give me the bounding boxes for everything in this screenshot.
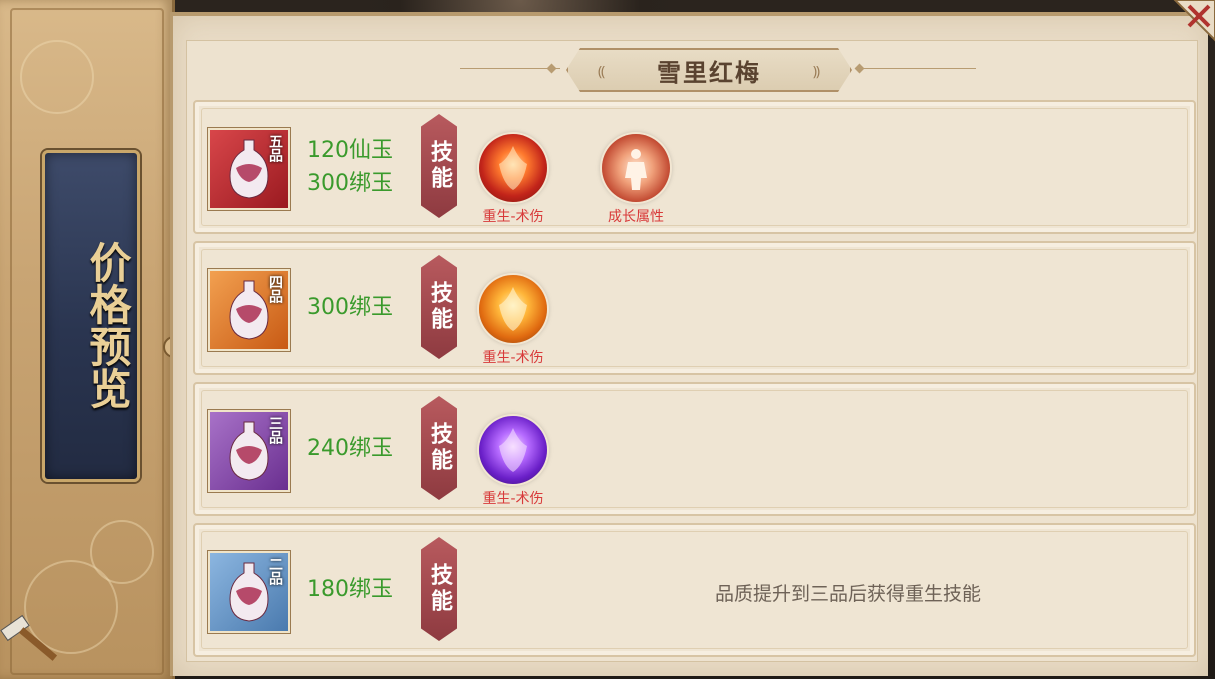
price-list: 120仙玉 300绑玉 [307, 134, 393, 200]
vase-graphic [229, 562, 269, 622]
skill-rebirth[interactable]: 重生-术伤 [463, 134, 563, 226]
vase-icon[interactable]: 四品 [208, 269, 290, 351]
price-bangyu: 300绑玉 [307, 171, 393, 196]
upgrade-hint: 品质提升到三品后获得重生技能 [715, 583, 982, 605]
price-xianyu: 120仙玉 [307, 138, 393, 163]
quality-row-2: 二品 180绑玉 技能 品质提升到三品后获得重生技能 [193, 523, 1196, 657]
skill-label: 重生-术伤 [482, 209, 544, 225]
quality-row-5: 五品 120仙玉 300绑玉 技能 重生-术伤 成长属性 [193, 100, 1196, 234]
price-list: 240绑玉 [307, 432, 393, 465]
header-title: 雪里红梅 [657, 58, 761, 87]
price-bangyu: 300绑玉 [307, 295, 393, 320]
price-list: 300绑玉 [307, 291, 393, 324]
left-scroll-panel: 价格预览 [0, 0, 175, 679]
skill-rebirth[interactable]: 重生-术伤 [463, 275, 563, 367]
vase-icon[interactable]: 二品 [208, 551, 290, 633]
skill-tag: 技能 [421, 114, 457, 218]
left-ornament-icon: ⸨ [598, 64, 606, 80]
close-icon[interactable] [1165, 0, 1215, 50]
rebirth-skill-icon [479, 275, 547, 343]
price-bangyu: 240绑玉 [307, 436, 393, 461]
price-list: 180绑玉 [307, 573, 393, 606]
skill-rebirth[interactable]: 重生-术伤 [463, 416, 563, 508]
title-plaque: 价格预览 [42, 150, 140, 482]
cloud-swirl-decoration [20, 40, 94, 114]
brush-icon [0, 614, 58, 661]
vase-graphic [229, 139, 269, 199]
vase-icon[interactable]: 五品 [208, 128, 290, 210]
vase-graphic [229, 280, 269, 340]
skill-label: 成长属性 [608, 209, 664, 225]
header-divider-left [460, 68, 560, 69]
right-ornament-icon: ⸩ [812, 64, 820, 80]
vase-graphic [229, 421, 269, 481]
rebirth-skill-icon [479, 416, 547, 484]
skill-label: 重生-术伤 [482, 350, 544, 366]
skill-tag: 技能 [421, 255, 457, 359]
vase-icon[interactable]: 三品 [208, 410, 290, 492]
skill-growth[interactable]: 成长属性 [586, 134, 686, 226]
panel-title: 价格预览 [83, 241, 132, 409]
quality-row-4: 四品 300绑玉 技能 重生-术伤 [193, 241, 1196, 375]
growth-attribute-icon [602, 134, 670, 202]
skill-tag: 技能 [421, 396, 457, 500]
rebirth-skill-icon [479, 134, 547, 202]
skill-tag: 技能 [421, 537, 457, 641]
header-tab: ⸨ 雪里红梅 ⸩ [566, 48, 852, 92]
header-divider-right [856, 68, 976, 69]
skill-label: 重生-术伤 [482, 491, 544, 507]
price-bangyu: 180绑玉 [307, 577, 393, 602]
quality-row-3: 三品 240绑玉 技能 重生-术伤 [193, 382, 1196, 516]
